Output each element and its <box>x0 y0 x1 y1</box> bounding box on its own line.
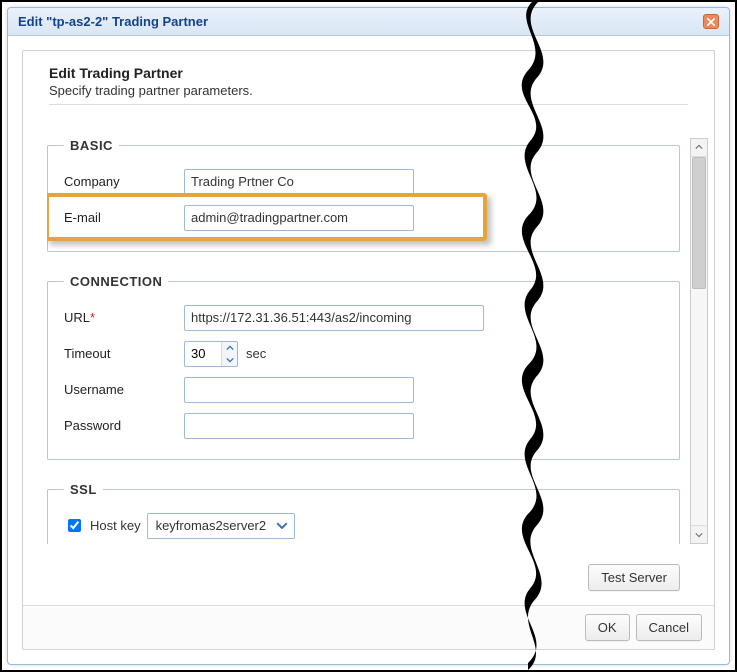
url-row: URL* <box>64 305 663 331</box>
test-server-area: Test Server <box>23 554 714 605</box>
email-input[interactable] <box>184 205 414 231</box>
timeout-row: Timeout <box>64 341 663 367</box>
dropdown-caret <box>276 520 288 532</box>
ssl-legend: SSL <box>64 482 103 497</box>
email-label: E-mail <box>64 210 184 225</box>
close-button[interactable] <box>703 14 719 29</box>
required-mark: * <box>90 310 95 325</box>
password-row: Password <box>64 413 663 439</box>
dialog-footer: OK Cancel <box>23 605 714 649</box>
password-input[interactable] <box>184 413 414 439</box>
timeout-input[interactable] <box>185 342 221 366</box>
chevron-down-icon <box>276 522 288 529</box>
company-row: Company <box>64 169 663 195</box>
inner-panel: Edit Trading Partner Specify trading par… <box>22 50 715 650</box>
ok-button[interactable]: OK <box>585 614 630 641</box>
ssl-fieldset: SSL Host key keyfromas2server2 <box>47 482 680 545</box>
scrollbar-down-button[interactable] <box>691 525 707 543</box>
scroll-region: BASIC Company E-mail CONNECTION <box>23 120 714 555</box>
page-title: Edit Trading Partner <box>49 65 688 81</box>
divider <box>49 104 688 105</box>
dialog-window: Edit "tp-as2-2" Trading Partner Edit Tra… <box>7 7 730 665</box>
scrollbar[interactable] <box>690 138 708 545</box>
url-label: URL* <box>64 310 184 325</box>
username-label: Username <box>64 382 184 397</box>
hostkey-checkbox[interactable] <box>68 519 81 532</box>
hostkey-row: Host key keyfromas2server2 <box>64 513 663 539</box>
timeout-spinner <box>184 341 238 367</box>
close-icon <box>707 18 715 26</box>
chevron-down-icon <box>226 357 234 363</box>
dialog-body: Edit Trading Partner Specify trading par… <box>8 36 729 664</box>
chevron-up-icon <box>226 345 234 351</box>
company-input[interactable] <box>184 169 414 195</box>
spinner-up-button[interactable] <box>222 342 237 354</box>
spinner-down-button[interactable] <box>222 354 237 366</box>
window-title: Edit "tp-as2-2" Trading Partner <box>18 14 208 29</box>
page-subtitle: Specify trading partner parameters. <box>49 83 688 98</box>
basic-legend: BASIC <box>64 138 119 153</box>
connection-legend: CONNECTION <box>64 274 168 289</box>
basic-fieldset: BASIC Company E-mail <box>47 138 680 252</box>
scrollbar-thumb[interactable] <box>692 157 706 290</box>
url-input[interactable] <box>184 305 484 331</box>
password-label: Password <box>64 418 184 433</box>
test-server-button[interactable]: Test Server <box>588 564 680 591</box>
hostkey-label: Host key <box>90 518 141 533</box>
scrollbar-track[interactable] <box>691 157 707 526</box>
timeout-label: Timeout <box>64 346 184 361</box>
username-input[interactable] <box>184 377 414 403</box>
username-row: Username <box>64 377 663 403</box>
chevron-down-icon <box>695 531 703 539</box>
form-header: Edit Trading Partner Specify trading par… <box>23 51 714 120</box>
scrollbar-up-button[interactable] <box>691 139 707 157</box>
cancel-button[interactable]: Cancel <box>636 614 702 641</box>
connection-fieldset: CONNECTION URL* Timeout <box>47 274 680 460</box>
chevron-up-icon <box>695 143 703 151</box>
hostkey-value: keyfromas2server2 <box>156 518 267 533</box>
form-content: BASIC Company E-mail CONNECTION <box>47 138 680 545</box>
spinner-buttons <box>221 342 237 366</box>
hostkey-select[interactable]: keyfromas2server2 <box>147 513 296 539</box>
dialog-wrapper: Edit "tp-as2-2" Trading Partner Edit Tra… <box>0 0 737 672</box>
email-row: E-mail <box>64 205 663 231</box>
titlebar: Edit "tp-as2-2" Trading Partner <box>8 8 729 36</box>
company-label: Company <box>64 174 184 189</box>
timeout-unit: sec <box>246 346 266 361</box>
